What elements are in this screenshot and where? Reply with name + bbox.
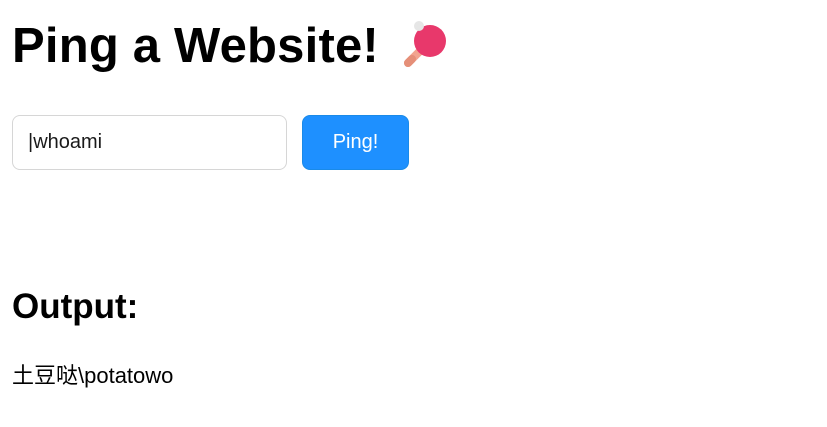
ping-form: Ping! (12, 115, 409, 170)
output-heading: Output: (12, 287, 139, 326)
ping-button[interactable]: Ping! (302, 115, 409, 170)
header: Ping a Website! (12, 16, 451, 76)
page: Ping a Website! Ping! Output: 土豆哒\potato… (0, 0, 827, 427)
url-input[interactable] (12, 115, 287, 170)
page-title: Ping a Website! (12, 19, 379, 73)
output-text: 土豆哒\potatowo (12, 363, 174, 388)
ping-pong-paddle-icon (401, 21, 451, 71)
